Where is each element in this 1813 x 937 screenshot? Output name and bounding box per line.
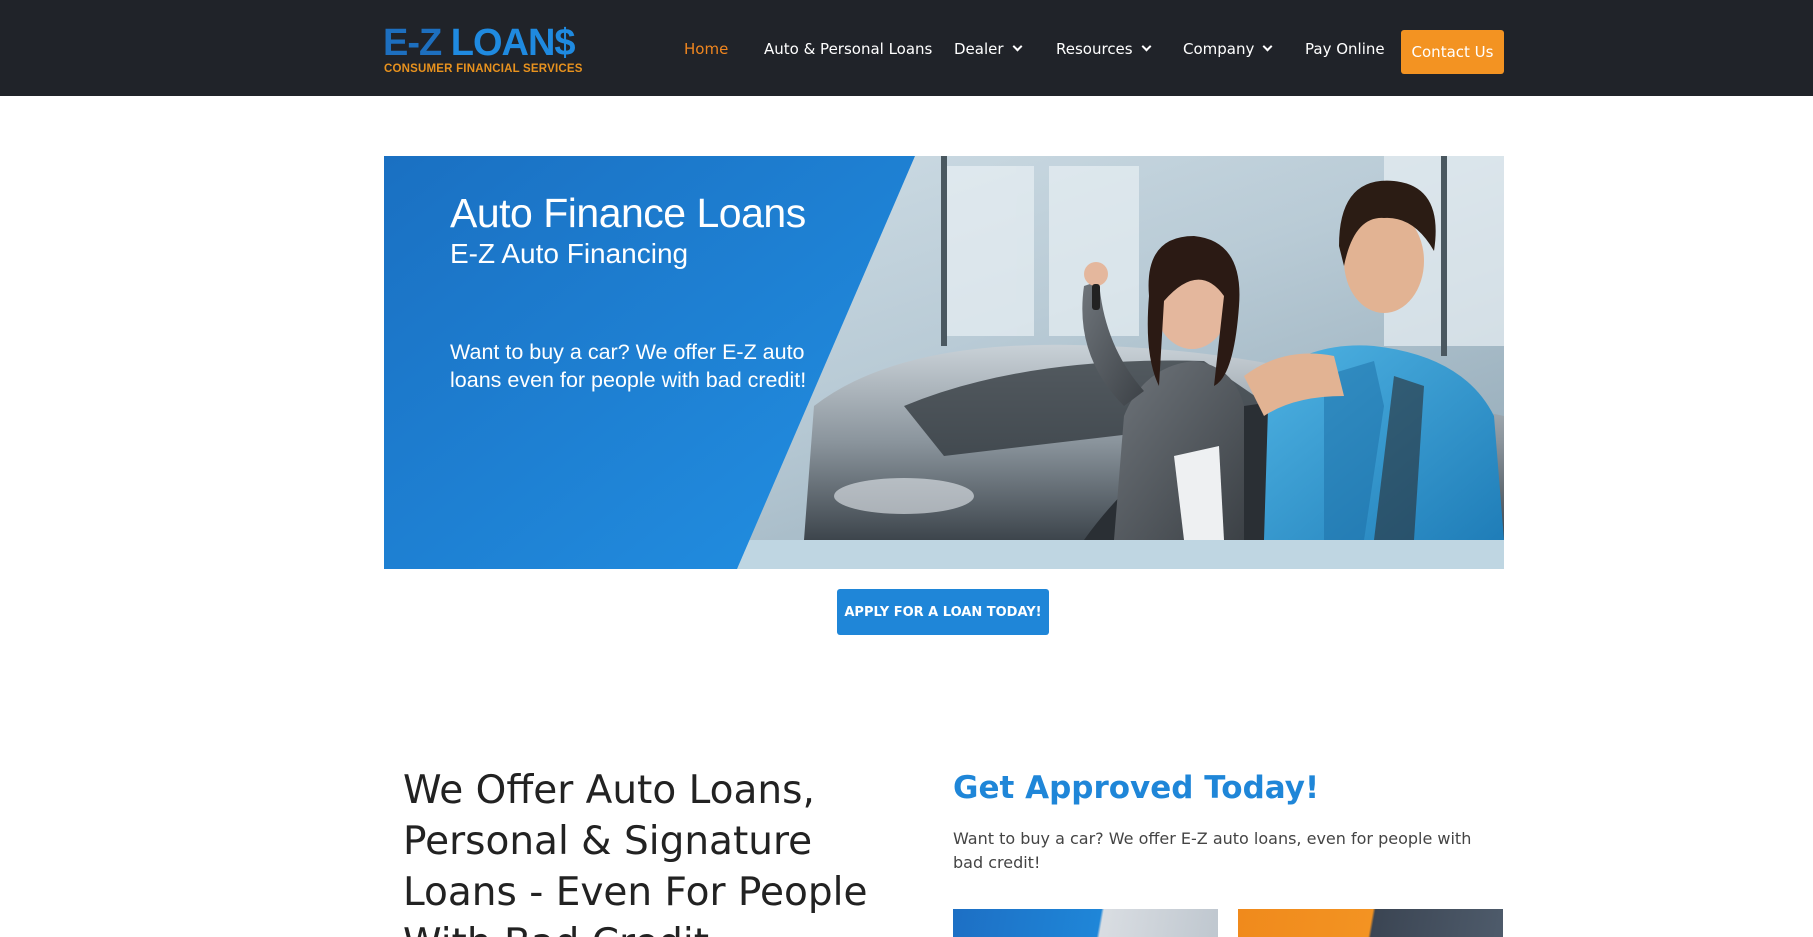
hero-subtitle: E-Z Auto Financing	[450, 238, 689, 269]
chevron-down-icon	[1141, 41, 1152, 52]
nav-home[interactable]: Home	[684, 40, 728, 58]
approved-text: Want to buy a car? We offer E-Z auto loa…	[953, 829, 1472, 872]
approved-heading: Get Approved Today!	[953, 770, 1320, 806]
contact-us-button[interactable]: Contact Us	[1401, 30, 1504, 74]
hero-description: Want to buy a car? We offer E-Z auto loa…	[450, 340, 807, 392]
nav-resources[interactable]: Resources	[1056, 40, 1152, 58]
nav-pay-online[interactable]: Pay Online	[1305, 40, 1385, 58]
nav-auto-personal-loans[interactable]: Auto & Personal Loans	[764, 40, 932, 58]
logo-wordmark: E-Z LOAN$	[383, 22, 576, 64]
site-logo[interactable]: E-Z LOAN$ CONSUMER FINANCIAL SERVICES	[383, 22, 595, 78]
nav-auto-personal-loans-label: Auto & Personal Loans	[764, 40, 933, 58]
site-header: E-Z LOAN$ CONSUMER FINANCIAL SERVICES Ho…	[0, 0, 1813, 96]
logo-tagline: CONSUMER FINANCIAL SERVICES	[384, 63, 583, 75]
contact-us-label: Contact Us	[1411, 43, 1494, 61]
offer-heading: We Offer Auto Loans, Personal & Signatur…	[403, 768, 868, 937]
nav-pay-online-label: Pay Online	[1305, 40, 1385, 58]
nav-dealer[interactable]: Dealer	[954, 40, 1022, 58]
chevron-down-icon	[1262, 41, 1273, 52]
chevron-down-icon	[1012, 41, 1022, 52]
auto-loan-card-image[interactable]	[953, 909, 1218, 937]
nav-home-label: Home	[684, 40, 729, 58]
apply-loan-button[interactable]: APPLY FOR A LOAN TODAY!	[837, 589, 1049, 635]
hero-banner[interactable]: Auto Finance Loans E-Z Auto Financing Wa…	[384, 156, 1504, 569]
nav-resources-label: Resources	[1056, 40, 1133, 58]
logo-ez-text: E-Z	[383, 22, 442, 64]
nav-company[interactable]: Company	[1183, 40, 1273, 58]
nav-company-label: Company	[1183, 40, 1255, 58]
apply-loan-label: APPLY FOR A LOAN TODAY!	[844, 604, 1042, 620]
nav-dealer-label: Dealer	[954, 40, 1004, 58]
personal-loan-card-image[interactable]	[1238, 909, 1503, 937]
logo-loans-text: LOAN$	[450, 22, 576, 64]
hero-title: Auto Finance Loans	[450, 190, 806, 236]
